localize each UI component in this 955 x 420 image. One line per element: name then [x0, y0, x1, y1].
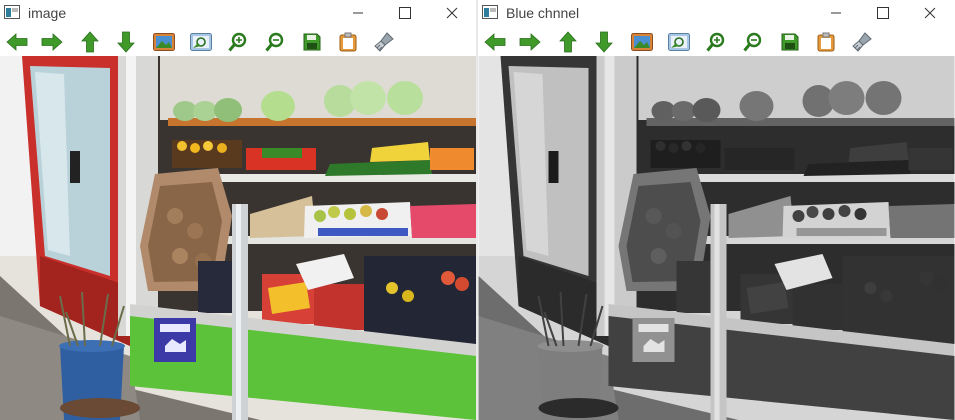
window-title: Blue chnnel: [506, 5, 580, 21]
close-button[interactable]: [908, 0, 952, 26]
arrow-left-icon: [6, 33, 28, 51]
zoom-in-button[interactable]: [226, 30, 250, 54]
zoom-out-icon: [743, 32, 762, 52]
zoom-original-button[interactable]: [152, 30, 176, 54]
title-bar: Blue chnnel: [478, 0, 955, 26]
zoom-to-fit-icon: [190, 33, 212, 51]
title-bar: image: [0, 0, 476, 26]
pan-down-button[interactable]: [114, 30, 138, 54]
copy-button[interactable]: [336, 30, 360, 54]
maximize-icon: [399, 7, 411, 19]
zoom-in-button[interactable]: [704, 30, 728, 54]
minimize-button[interactable]: [814, 0, 858, 26]
image-canvas[interactable]: [478, 56, 955, 420]
market-stall-photo: [0, 56, 476, 420]
minimize-icon: [831, 12, 841, 14]
image-canvas[interactable]: [0, 56, 476, 420]
image-window: image: [0, 0, 476, 420]
market-stall-photo-blue-channel: [478, 56, 955, 420]
zoom-fit-button[interactable]: [189, 30, 213, 54]
pan-right-button[interactable]: [518, 30, 542, 54]
properties-button[interactable]: [850, 30, 874, 54]
zoom-out-button[interactable]: [741, 30, 765, 54]
properties-icon: [852, 32, 872, 52]
copy-button[interactable]: [814, 30, 838, 54]
arrow-right-icon: [41, 33, 63, 51]
zoom-original-button[interactable]: [630, 30, 654, 54]
maximize-icon: [877, 7, 889, 19]
properties-icon: [374, 32, 394, 52]
window-title: image: [28, 5, 67, 21]
save-button[interactable]: [778, 30, 802, 54]
close-icon: [446, 7, 458, 19]
zoom-out-icon: [265, 32, 284, 52]
app-icon: [4, 5, 20, 19]
zoom-in-icon: [706, 32, 725, 52]
pan-up-button[interactable]: [78, 30, 102, 54]
arrow-up-icon: [81, 31, 99, 53]
close-icon: [924, 7, 936, 19]
pan-left-button[interactable]: [5, 30, 29, 54]
zoom-out-button[interactable]: [263, 30, 287, 54]
blue-channel-window: Blue chnnel: [478, 0, 955, 420]
minimize-icon: [353, 12, 363, 14]
copy-to-clipboard-icon: [817, 32, 835, 52]
pan-down-button[interactable]: [592, 30, 616, 54]
zoom-fit-button[interactable]: [667, 30, 691, 54]
arrow-right-icon: [519, 33, 541, 51]
toolbar: [478, 26, 955, 56]
image-icon: [631, 33, 653, 51]
save-icon: [303, 33, 321, 51]
arrow-down-icon: [595, 31, 613, 53]
arrow-left-icon: [484, 33, 506, 51]
toolbar: [0, 26, 476, 56]
arrow-up-icon: [559, 31, 577, 53]
save-icon: [781, 33, 799, 51]
pan-right-button[interactable]: [40, 30, 64, 54]
image-icon: [153, 33, 175, 51]
copy-to-clipboard-icon: [339, 32, 357, 52]
pan-up-button[interactable]: [556, 30, 580, 54]
pan-left-button[interactable]: [483, 30, 507, 54]
properties-button[interactable]: [372, 30, 396, 54]
save-button[interactable]: [300, 30, 324, 54]
minimize-button[interactable]: [336, 0, 380, 26]
zoom-in-icon: [228, 32, 247, 52]
zoom-to-fit-icon: [668, 33, 690, 51]
maximize-button[interactable]: [861, 0, 905, 26]
close-button[interactable]: [430, 0, 474, 26]
arrow-down-icon: [117, 31, 135, 53]
maximize-button[interactable]: [383, 0, 427, 26]
app-icon: [482, 5, 498, 19]
